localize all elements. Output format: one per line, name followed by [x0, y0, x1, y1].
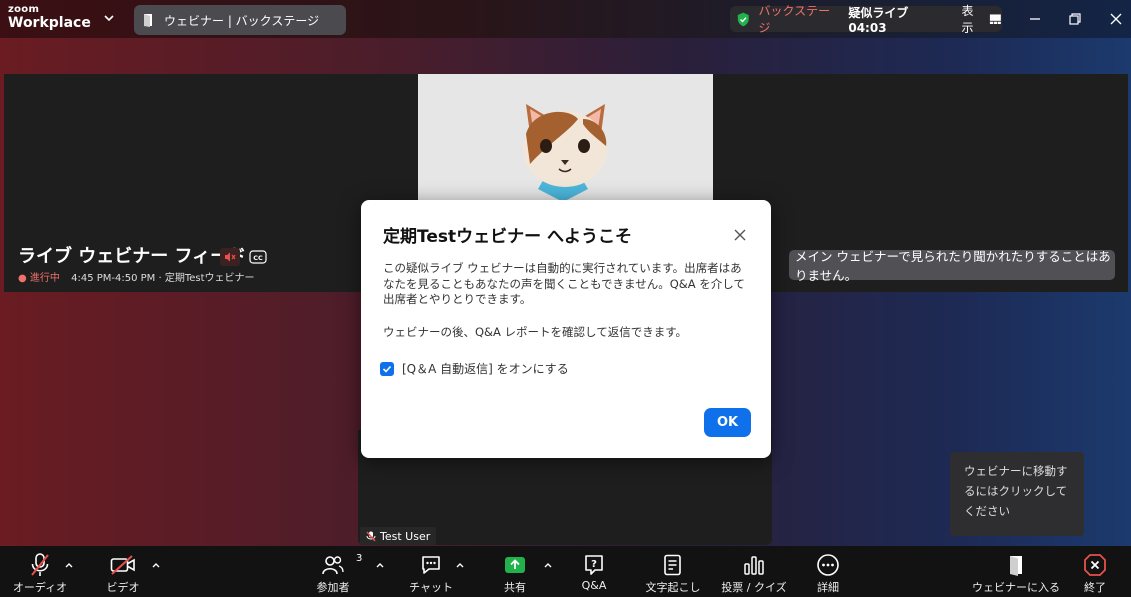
muted-speaker-icon[interactable]	[220, 248, 240, 266]
simulive-timer: 疑似ライブ 04:03	[848, 5, 909, 35]
ok-button[interactable]: OK	[704, 408, 751, 437]
svg-text:CC: CC	[253, 254, 263, 262]
auto-reply-checkbox[interactable]	[380, 361, 394, 376]
qa-button[interactable]: ? Q&A	[579, 546, 609, 597]
door-icon	[1010, 556, 1022, 576]
audio-caret-icon[interactable]	[64, 560, 74, 570]
participants-label: 参加者	[316, 581, 350, 594]
minimize-icon[interactable]	[1025, 9, 1045, 29]
video-caret-icon[interactable]	[151, 560, 161, 570]
logo-bottom: Workplace	[8, 15, 91, 31]
live-indicator: ● 進行中	[18, 273, 60, 284]
end-x-icon	[1084, 554, 1106, 576]
more-button[interactable]: 詳細	[812, 546, 844, 597]
share-caret-icon[interactable]	[543, 560, 553, 570]
qa-label: Q&A	[581, 579, 607, 592]
chat-label: チャット	[409, 581, 453, 594]
captions-label: 文字起こし	[645, 581, 701, 594]
chat-icon	[422, 556, 440, 574]
tab-webinar-backstage[interactable]: ウェビナー | バックステージ	[134, 5, 346, 35]
dialog-body-2: ウェビナーの後、Q&A レポートを確認して返信できます。	[383, 325, 688, 339]
close-icon[interactable]	[1106, 9, 1126, 29]
polls-button[interactable]: 投票 / クイズ	[721, 546, 787, 597]
status-pill[interactable]: バックステージ 疑似ライブ 04:03 表示	[730, 4, 1002, 35]
video-off-icon	[110, 555, 135, 575]
chevron-down-icon[interactable]	[102, 11, 116, 25]
polls-label: 投票 / クイズ	[721, 581, 787, 594]
grid-view-icon	[990, 14, 1002, 25]
feed-time: 4:45 PM-4:50 PM · 定期Testウェビナー	[71, 273, 255, 284]
qa-icon: ?	[585, 555, 603, 575]
dialog-body-1: この疑似ライブ ウェビナーは自動的に実行されています。出席者はあなたを見ることも…	[383, 261, 745, 306]
more-label: 詳細	[817, 581, 839, 594]
enter-webinar-button[interactable]: ウェビナーに入る	[972, 546, 1060, 597]
closed-caption-icon[interactable]: CC	[248, 248, 268, 266]
mic-muted-icon	[366, 531, 376, 541]
view-button-label: 表示	[961, 4, 974, 35]
notice-banner: メイン ウェビナーで見られたり聞かれたりすることはありません。	[789, 249, 1115, 283]
enter-webinar-label: ウェビナーに入る	[972, 581, 1060, 594]
chat-button[interactable]: チャット	[409, 546, 453, 597]
logo-top: zoom	[8, 4, 40, 15]
svg-text:?: ?	[591, 559, 597, 570]
audio-button[interactable]: オーディオ	[12, 546, 68, 597]
meeting-toolbar: オーディオ ビデオ 3 参加者 チャット 共有 ? Q&A 文字起こし 投票 /…	[0, 546, 1131, 597]
feed-icons: CC	[220, 248, 268, 266]
backstage-label: バックステージ	[758, 4, 831, 35]
video-button[interactable]: ビデオ	[104, 546, 142, 597]
end-label: 終了	[1084, 581, 1106, 594]
mic-muted-icon	[31, 553, 49, 576]
title-bar: zoom Workplace ウェビナー | バックステージ バックステージ 疑…	[0, 0, 1131, 38]
feed-title: ライブ ウェビナー フィード	[18, 246, 247, 267]
end-button[interactable]: 終了	[1080, 546, 1110, 597]
share-screen-icon	[505, 557, 525, 573]
tab-label: ウェビナー | バックステージ	[164, 13, 320, 28]
restore-icon[interactable]	[1065, 9, 1085, 29]
more-dots-icon	[817, 554, 839, 576]
dialog-title: 定期Testウェビナー へようこそ	[383, 227, 633, 247]
dialog-close-icon[interactable]	[733, 228, 747, 242]
participants-button[interactable]: 3 参加者	[313, 546, 363, 597]
app-logo: zoom Workplace	[8, 4, 91, 31]
auto-reply-label: [Q＆A 自動返信] をオンにする	[402, 362, 569, 376]
transcript-icon	[664, 554, 681, 576]
participants-icon	[322, 556, 344, 575]
participants-count: 3	[356, 553, 363, 564]
auto-reply-checkbox-row[interactable]: [Q＆A 自動返信] をオンにする	[380, 360, 569, 377]
participant-name-tag: Test User	[360, 527, 437, 545]
polls-bar-icon	[744, 556, 764, 575]
enter-webinar-tooltip: ウェビナーに移動するにはクリックしてください	[950, 452, 1084, 536]
door-icon	[144, 14, 152, 27]
feed-subtitle: ● 進行中 4:45 PM-4:50 PM · 定期Testウェビナー	[18, 269, 255, 284]
welcome-dialog: 定期Testウェビナー へようこそ この疑似ライブ ウェビナーは自動的に実行され…	[361, 200, 771, 458]
participant-name: Test User	[380, 529, 431, 543]
share-button[interactable]: 共有	[500, 546, 530, 597]
shield-check-icon	[737, 12, 749, 26]
audio-label: オーディオ	[12, 581, 68, 594]
captions-button[interactable]: 文字起こし	[645, 546, 701, 597]
participants-caret-icon[interactable]	[375, 560, 385, 570]
chat-caret-icon[interactable]	[455, 560, 465, 570]
share-label: 共有	[504, 581, 526, 594]
video-label: ビデオ	[106, 581, 140, 594]
